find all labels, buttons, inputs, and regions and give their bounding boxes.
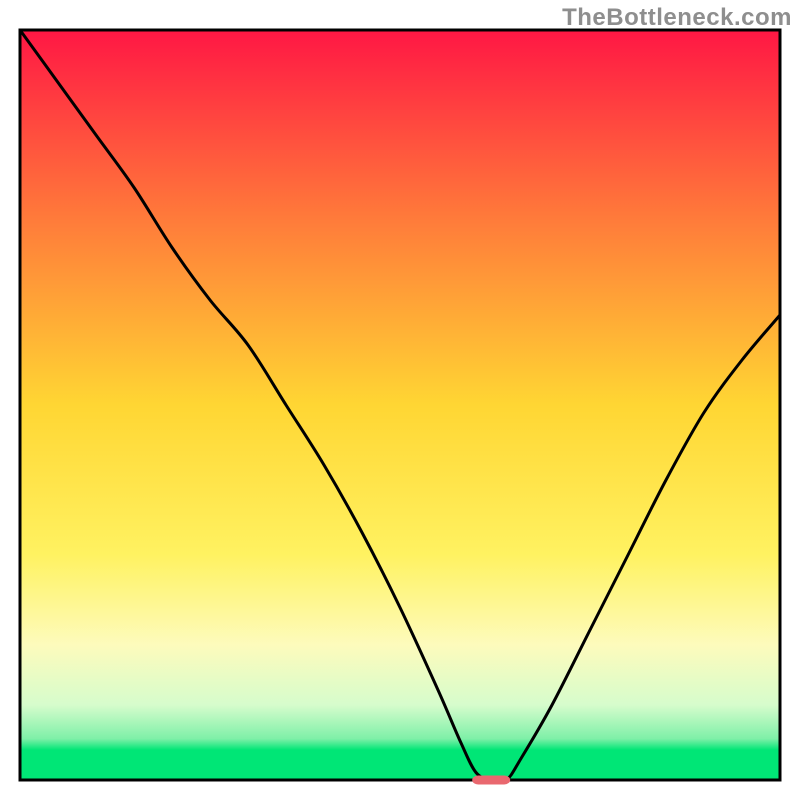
chart-container: TheBottleneck.com (0, 0, 800, 800)
bottleneck-chart (0, 0, 800, 800)
watermark-text: TheBottleneck.com (562, 4, 792, 32)
optimum-marker (472, 776, 510, 785)
plot-background (20, 30, 780, 780)
